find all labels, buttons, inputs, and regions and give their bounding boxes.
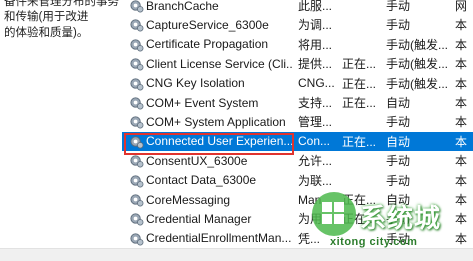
highlight-box (124, 133, 294, 155)
service-startup-type: 手动 (386, 154, 411, 169)
service-logon: 本 (455, 154, 468, 169)
service-status: 正在... (342, 134, 377, 149)
service-logon: 本 (455, 57, 468, 72)
service-logon: 本 (455, 173, 468, 188)
service-description: 提供... (298, 57, 333, 72)
watermark-url: xitong city.com (330, 236, 418, 248)
service-startup-type: 手动(触发... (386, 37, 448, 52)
gear-icon (130, 19, 144, 32)
service-name: CoreMessaging (146, 192, 231, 207)
service-status: 正在... (342, 57, 377, 72)
service-row[interactable]: Contact Data_6300e 为联... 手动 本 (122, 171, 473, 190)
service-name: CNG Key Isolation (146, 76, 245, 91)
service-row[interactable]: Certificate Propagation 将用... 手动(触发... 本 (122, 35, 473, 54)
gear-icon (130, 213, 144, 226)
service-row[interactable]: COM+ System Application 管理... 手动 本 (122, 112, 473, 131)
service-name: CaptureService_6300e (146, 17, 269, 32)
watermark-text: 系统城 (360, 204, 442, 234)
service-row[interactable]: COM+ Event System 支持... 正在... 自动 本 (122, 93, 473, 112)
gear-icon (130, 77, 144, 91)
service-row[interactable]: Client License Service (Cli... 提供... 正在...… (122, 54, 473, 73)
gear-icon (130, 0, 144, 13)
service-description: 为调... (298, 18, 333, 33)
service-name: Contact Data_6300e (146, 173, 257, 188)
service-logon: 本 (455, 37, 468, 52)
description-line: 和传输(用于改进 (4, 11, 89, 23)
service-description: 支持... (298, 96, 333, 110)
gear-icon (130, 194, 144, 207)
gear-icon (130, 233, 144, 246)
service-name: COM+ System Application (146, 114, 286, 129)
service-description: 此服... (298, 0, 333, 13)
service-row[interactable]: CNG Key Isolation CNG... 正在... 手动(触发... 本 (122, 74, 473, 93)
gear-icon (130, 58, 144, 71)
service-name: CredentialEnrollmentMan... (146, 231, 292, 246)
service-description: 允许... (298, 154, 333, 169)
service-description: 将用... (298, 37, 333, 52)
service-startup-type: 手动 (386, 173, 411, 188)
service-logon: 本 (455, 76, 468, 91)
service-name: BranchCache (146, 0, 219, 13)
description-line: 的体验和质量)。 (4, 27, 89, 39)
service-status: 正在... (342, 76, 377, 91)
service-description: 管理... (298, 115, 333, 130)
gear-icon (130, 155, 144, 168)
gear-icon (130, 174, 144, 188)
description-pane: 备件来管理分布的事务 和传输(用于改进 的体验和质量)。 (0, 0, 122, 260)
service-description: Con... (298, 134, 331, 149)
gear-icon (130, 116, 144, 129)
service-startup-type: 手动(触发... (386, 76, 448, 91)
service-logon: 本 (455, 115, 468, 130)
service-description: CNG... (298, 76, 335, 91)
service-logon: 网 (455, 0, 468, 13)
service-startup-type: 自动 (386, 134, 411, 149)
service-startup-type: 手动 (386, 18, 411, 33)
service-logon: 本 (455, 134, 468, 149)
service-startup-type: 自动 (386, 96, 411, 110)
service-name: COM+ Event System (146, 95, 259, 110)
gear-icon (130, 97, 144, 110)
service-name: Client License Service (Cli... (146, 56, 292, 71)
service-row[interactable]: CaptureService_6300e 为调... 手动 本 (122, 15, 473, 34)
gear-icon (130, 39, 144, 52)
service-logon: 本 (455, 96, 468, 110)
horizontal-scrollbar[interactable] (0, 248, 473, 261)
service-description: 为联... (298, 173, 333, 188)
service-startup-type: 手动 (386, 115, 411, 130)
service-name: Credential Manager (146, 211, 252, 226)
service-row[interactable]: BranchCache 此服... 手动 网 (122, 0, 473, 15)
service-startup-type: 手动 (386, 0, 411, 13)
service-logon: 本 (455, 18, 468, 33)
service-name: ConsentUX_6300e (146, 153, 248, 168)
service-name: Certificate Propagation (146, 37, 269, 52)
service-startup-type: 手动(触发... (386, 57, 448, 72)
service-status: 正在... (342, 96, 377, 110)
